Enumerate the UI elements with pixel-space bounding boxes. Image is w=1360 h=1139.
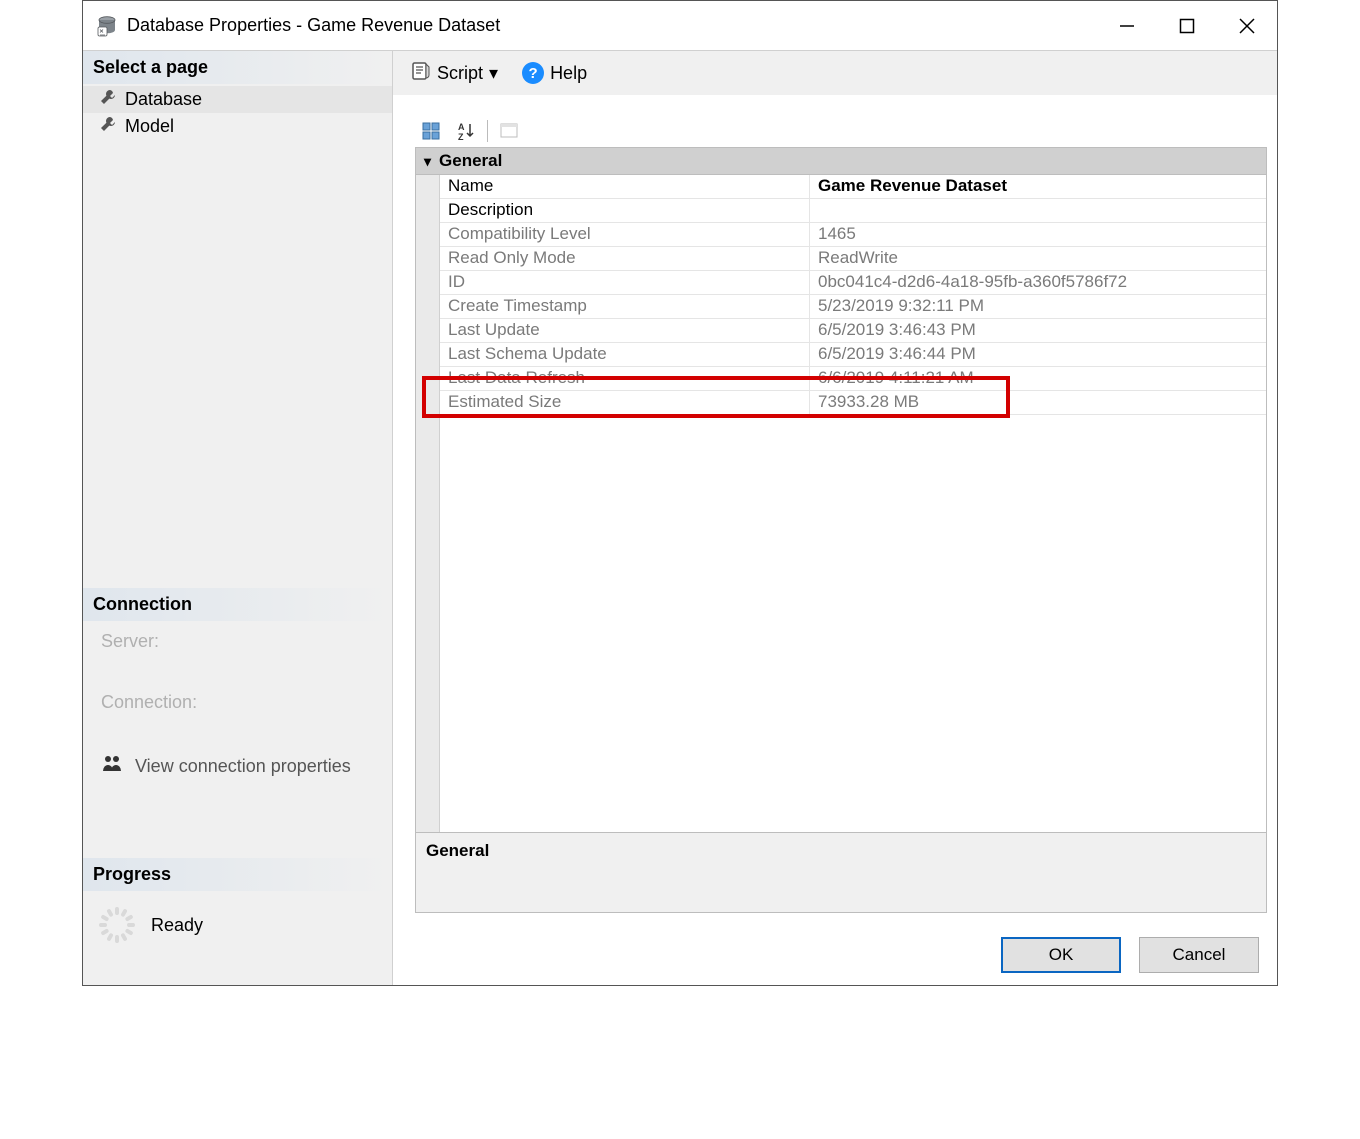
row-create-timestamp: Create Timestamp 5/23/2019 9:32:11 PM — [440, 295, 1266, 319]
wrench-icon — [99, 88, 117, 111]
row-last-update: Last Update 6/5/2019 3:46:43 PM — [440, 319, 1266, 343]
connection-label: Connection: — [101, 692, 374, 713]
categorized-button[interactable] — [417, 117, 447, 145]
view-connection-properties[interactable]: View connection properties — [101, 753, 374, 780]
titlebar: Database Properties - Game Revenue Datas… — [83, 1, 1277, 51]
connection-header: Connection — [83, 588, 392, 621]
property-grid-gutter — [416, 175, 440, 832]
row-read-only-mode: Read Only Mode ReadWrite — [440, 247, 1266, 271]
toolbar-separator — [487, 120, 488, 142]
alphabetical-button[interactable]: A Z — [451, 117, 481, 145]
value-description[interactable] — [810, 199, 1266, 222]
progress-status: Ready — [151, 915, 203, 936]
property-rows: Name Game Revenue Dataset Description Co… — [440, 175, 1266, 832]
value-read-only: ReadWrite — [810, 247, 1266, 270]
label-last-update: Last Update — [440, 319, 810, 342]
cancel-label: Cancel — [1173, 945, 1226, 965]
maximize-button[interactable] — [1157, 1, 1217, 51]
row-last-schema-update: Last Schema Update 6/5/2019 3:46:44 PM — [440, 343, 1266, 367]
row-description[interactable]: Description — [440, 199, 1266, 223]
label-compatibility: Compatibility Level — [440, 223, 810, 246]
wrench-icon — [99, 115, 117, 138]
value-id: 0bc041c4-d2d6-4a18-95fb-a360f5786f72 — [810, 271, 1266, 294]
group-label: General — [439, 151, 502, 171]
server-label: Server: — [101, 631, 374, 652]
script-button[interactable]: Script ▾ — [403, 57, 506, 90]
chevron-down-icon: ▾ — [424, 153, 431, 170]
progress-header: Progress — [83, 858, 392, 891]
help-icon: ? — [522, 62, 544, 84]
label-description: Description — [440, 199, 810, 222]
window-title: Database Properties - Game Revenue Datas… — [127, 15, 1097, 36]
label-create-ts: Create Timestamp — [440, 295, 810, 318]
value-est-size: 73933.28 MB — [810, 391, 1266, 414]
page-list: Database Model — [83, 84, 392, 150]
row-compatibility-level: Compatibility Level 1465 — [440, 223, 1266, 247]
select-page-header: Select a page — [83, 51, 392, 84]
property-grid-toolbar: A Z — [415, 115, 1267, 147]
cancel-button[interactable]: Cancel — [1139, 937, 1259, 973]
page-database-label: Database — [125, 89, 202, 110]
script-icon — [411, 61, 431, 86]
value-last-update: 6/5/2019 3:46:43 PM — [810, 319, 1266, 342]
dialog-window: Database Properties - Game Revenue Datas… — [82, 0, 1278, 986]
label-last-refresh: Last Data Refresh — [440, 367, 810, 390]
description-panel: General — [415, 833, 1267, 913]
property-grid: ▾ General Name Game Revenue Dataset Desc… — [415, 147, 1267, 833]
label-name: Name — [440, 175, 810, 198]
spinner-icon — [97, 905, 137, 945]
page-model-label: Model — [125, 116, 174, 137]
page-model[interactable]: Model — [83, 113, 392, 140]
minimize-button[interactable] — [1097, 1, 1157, 51]
row-estimated-size: Estimated Size 73933.28 MB — [440, 391, 1266, 415]
close-button[interactable] — [1217, 1, 1277, 51]
label-last-schema: Last Schema Update — [440, 343, 810, 366]
dropdown-icon: ▾ — [489, 63, 498, 84]
svg-text:A: A — [458, 122, 465, 132]
value-last-schema: 6/5/2019 3:46:44 PM — [810, 343, 1266, 366]
value-create-ts: 5/23/2019 9:32:11 PM — [810, 295, 1266, 318]
ok-label: OK — [1049, 945, 1074, 965]
main-toolbar: Script ▾ ? Help — [393, 51, 1277, 95]
label-est-size: Estimated Size — [440, 391, 810, 414]
property-pages-button[interactable] — [494, 117, 524, 145]
dialog-footer: OK Cancel — [393, 925, 1277, 985]
label-read-only: Read Only Mode — [440, 247, 810, 270]
description-panel-title: General — [426, 841, 489, 860]
row-id: ID 0bc041c4-d2d6-4a18-95fb-a360f5786f72 — [440, 271, 1266, 295]
script-label: Script — [437, 63, 483, 84]
row-name[interactable]: Name Game Revenue Dataset — [440, 175, 1266, 199]
value-compatibility: 1465 — [810, 223, 1266, 246]
value-name[interactable]: Game Revenue Dataset — [810, 175, 1266, 198]
svg-text:Z: Z — [458, 132, 464, 141]
ok-button[interactable]: OK — [1001, 937, 1121, 973]
help-label: Help — [550, 63, 587, 84]
view-connection-properties-label: View connection properties — [135, 756, 351, 777]
label-id: ID — [440, 271, 810, 294]
group-header-general[interactable]: ▾ General — [416, 148, 1266, 175]
help-button[interactable]: ? Help — [514, 58, 595, 88]
database-icon — [95, 14, 119, 38]
sidebar: Select a page Database Model Connection — [83, 51, 393, 985]
main-panel: Script ▾ ? Help — [393, 51, 1277, 985]
people-icon — [101, 753, 123, 780]
value-last-refresh: 6/6/2019 4:11:21 AM — [810, 367, 1266, 390]
page-database[interactable]: Database — [83, 86, 392, 113]
row-last-data-refresh: Last Data Refresh 6/6/2019 4:11:21 AM — [440, 367, 1266, 391]
